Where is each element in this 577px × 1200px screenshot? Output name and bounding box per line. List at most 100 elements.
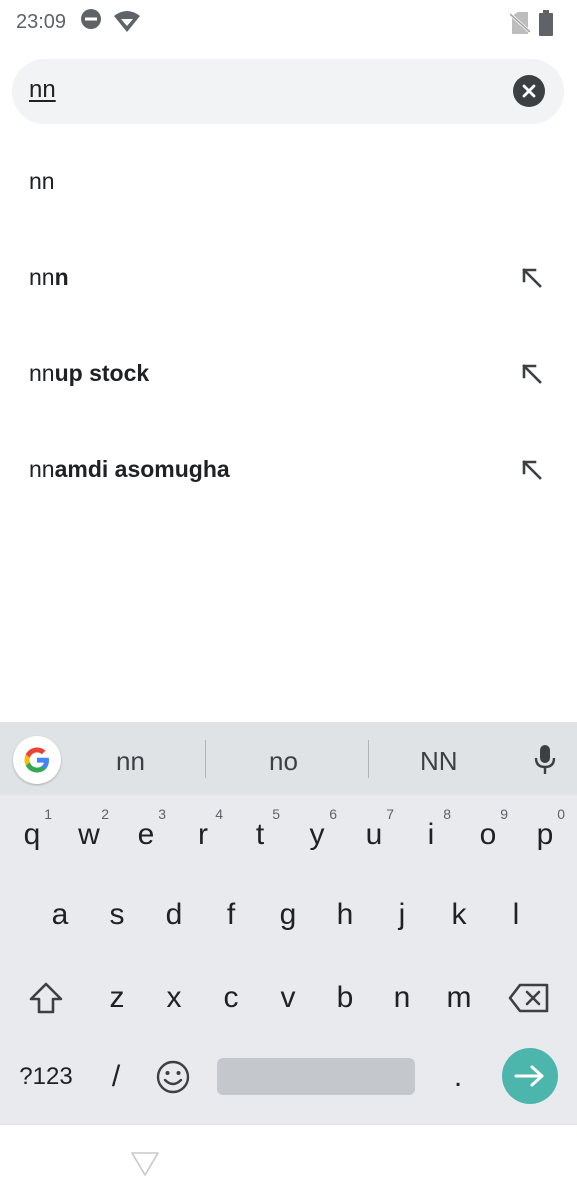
key-r[interactable]: r4: [177, 804, 229, 866]
key-l[interactable]: l: [490, 884, 542, 946]
back-icon[interactable]: [130, 1151, 160, 1177]
suggestion-item[interactable]: nnn: [0, 230, 577, 326]
key-m[interactable]: m: [433, 967, 485, 1029]
key-label: b: [336, 981, 354, 1014]
shift-icon: [29, 982, 63, 1014]
microphone-icon[interactable]: [533, 744, 557, 776]
key-n[interactable]: n: [376, 967, 428, 1029]
key-label: o: [479, 818, 497, 851]
status-bar: 23:09: [0, 0, 577, 46]
keyboard-suggestion[interactable]: no: [269, 746, 298, 777]
status-time: 23:09: [16, 11, 67, 33]
key-c[interactable]: c: [205, 967, 257, 1029]
keyboard-suggestion-bar: nn no NN: [0, 722, 577, 795]
symbols-key[interactable]: ?123: [16, 1046, 76, 1108]
key-label: l: [512, 898, 520, 931]
keyboard: nn no NN q1 w2 e3 r4 t5 y6 u7 i8 o9 p0 a…: [0, 722, 577, 1124]
key-hint: 9: [500, 806, 508, 822]
fill-query-arrow-icon[interactable]: [518, 456, 546, 484]
key-hint: 5: [272, 806, 280, 822]
space-bar[interactable]: [217, 1058, 415, 1095]
navigation-bar: [0, 1124, 577, 1200]
key-f[interactable]: f: [205, 884, 257, 946]
key-hint: 1: [44, 806, 52, 822]
key-label: a: [51, 898, 69, 931]
keyboard-suggestion[interactable]: NN: [420, 746, 458, 777]
period-key[interactable]: .: [432, 1046, 484, 1108]
google-logo-icon[interactable]: [13, 736, 61, 784]
wifi-icon: [113, 10, 141, 38]
key-label: k: [451, 898, 467, 931]
fill-query-arrow-icon[interactable]: [518, 360, 546, 388]
key-label: e: [137, 818, 155, 851]
key-k[interactable]: k: [433, 884, 485, 946]
key-v[interactable]: v: [262, 967, 314, 1029]
clear-search-button[interactable]: [513, 75, 545, 107]
key-label: f: [226, 898, 236, 931]
search-input[interactable]: nn: [29, 76, 56, 104]
suggestion-item[interactable]: nn: [0, 134, 577, 230]
enter-key[interactable]: [502, 1048, 558, 1104]
key-label: c: [223, 981, 239, 1014]
key-i[interactable]: i8: [405, 804, 457, 866]
key-label: v: [280, 981, 296, 1014]
key-label: j: [398, 898, 406, 931]
key-d[interactable]: d: [148, 884, 200, 946]
suggestion-item[interactable]: nnup stock: [0, 326, 577, 422]
key-label: g: [279, 898, 297, 931]
key-label: z: [109, 981, 125, 1014]
key-label: d: [165, 898, 183, 931]
key-q[interactable]: q1: [6, 804, 58, 866]
suggestion-item[interactable]: nnamdi asomugha: [0, 422, 577, 518]
key-label: q: [23, 818, 41, 851]
suggestion-text: nnup stock: [29, 360, 150, 386]
key-a[interactable]: a: [34, 884, 86, 946]
key-label: y: [309, 818, 325, 851]
fill-query-arrow-icon[interactable]: [518, 264, 546, 292]
key-hint: 7: [386, 806, 394, 822]
key-o[interactable]: o9: [462, 804, 514, 866]
emoji-icon: [156, 1060, 190, 1094]
key-s[interactable]: s: [91, 884, 143, 946]
key-hint: 3: [158, 806, 166, 822]
battery-icon: [538, 10, 554, 40]
divider: [205, 740, 206, 778]
key-p[interactable]: p0: [519, 804, 571, 866]
keyboard-suggestion[interactable]: nn: [116, 746, 145, 777]
emoji-key[interactable]: [147, 1046, 199, 1108]
key-t[interactable]: t5: [234, 804, 286, 866]
key-label: p: [536, 818, 554, 851]
backspace-key[interactable]: [503, 967, 555, 1029]
key-hint: 0: [557, 806, 565, 822]
suggestion-text: nnamdi asomugha: [29, 456, 230, 482]
arrow-right-icon: [514, 1065, 544, 1087]
key-label: /: [111, 1060, 121, 1093]
slash-key[interactable]: /: [90, 1046, 142, 1108]
key-j[interactable]: j: [376, 884, 428, 946]
key-label: ?123: [19, 1063, 73, 1090]
key-e[interactable]: e3: [120, 804, 172, 866]
key-h[interactable]: h: [319, 884, 371, 946]
search-box[interactable]: nn: [12, 59, 564, 124]
key-hint: 6: [329, 806, 337, 822]
shift-key[interactable]: [20, 967, 72, 1029]
suggestion-text: nnn: [29, 264, 69, 290]
do-not-disturb-icon: [80, 8, 102, 34]
key-label: n: [393, 981, 411, 1014]
key-label: s: [109, 898, 125, 931]
key-g[interactable]: g: [262, 884, 314, 946]
key-hint: 8: [443, 806, 451, 822]
key-label: t: [255, 818, 265, 851]
key-b[interactable]: b: [319, 967, 371, 1029]
key-z[interactable]: z: [91, 967, 143, 1029]
key-w[interactable]: w2: [63, 804, 115, 866]
key-label: r: [198, 818, 208, 851]
key-y[interactable]: y6: [291, 804, 343, 866]
key-u[interactable]: u7: [348, 804, 400, 866]
close-icon: [522, 84, 536, 98]
key-x[interactable]: x: [148, 967, 200, 1029]
divider: [368, 740, 369, 778]
backspace-icon: [508, 983, 549, 1013]
key-hint: 4: [215, 806, 223, 822]
key-label: w: [78, 818, 100, 851]
